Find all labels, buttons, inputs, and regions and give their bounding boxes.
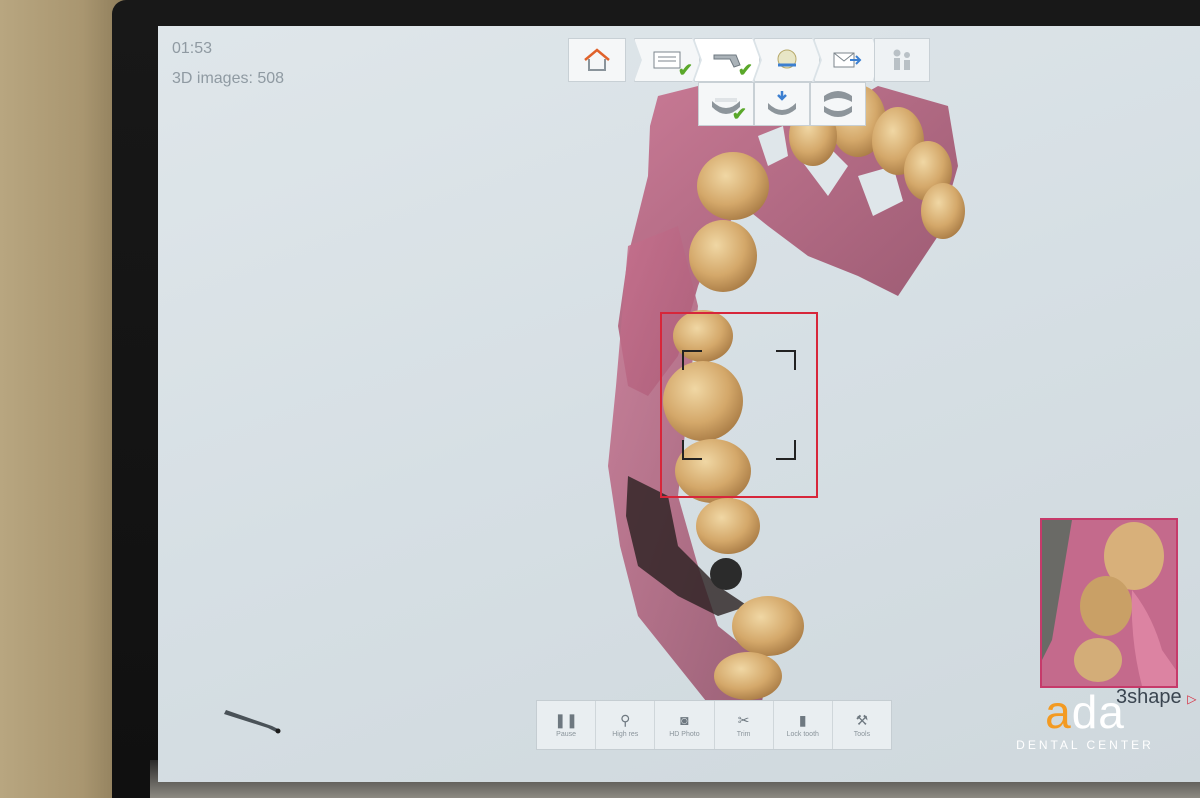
workflow-step-color[interactable] xyxy=(754,38,820,82)
wrench-icon: ⚒ xyxy=(855,711,869,728)
watermark-logo: ada xyxy=(1010,689,1160,735)
substep-bite[interactable] xyxy=(810,82,866,126)
substep-upper-jaw[interactable] xyxy=(754,82,810,126)
brand-triangle-icon: ▷ xyxy=(1187,692,1197,706)
tool-label: HD Photo xyxy=(669,730,700,738)
focus-corner xyxy=(776,440,796,460)
watermark-subtitle: DENTAL CENTER xyxy=(1016,738,1154,752)
order-form-icon xyxy=(653,51,681,69)
tool-label: Tools xyxy=(853,730,871,738)
scanner-handpiece-icon xyxy=(224,710,281,734)
send-mail-icon xyxy=(833,52,862,68)
color-ball-icon xyxy=(777,49,797,69)
focus-corner xyxy=(682,350,702,370)
scan-focus-box xyxy=(660,312,818,498)
live-camera-preview xyxy=(1040,518,1178,688)
workflow-step-send[interactable] xyxy=(814,38,880,82)
ada-dental-watermark: ada DENTAL CENTER xyxy=(1010,689,1160,752)
focus-corner xyxy=(682,440,702,460)
workflow-step-order[interactable]: ✔ xyxy=(634,38,700,82)
home-icon xyxy=(584,48,610,71)
trash-icon: ▮ xyxy=(798,711,807,728)
bite-icon xyxy=(824,91,852,117)
done-check-icon: ✔ xyxy=(737,60,753,80)
tool-label: High res xyxy=(612,730,639,738)
pause-icon: ❚❚ xyxy=(554,711,578,728)
pause-button[interactable]: ❚❚ Pause xyxy=(537,701,597,749)
hd-photo-button[interactable]: ◙ HD Photo xyxy=(655,701,715,749)
substep-lower-jaw[interactable]: ✔ xyxy=(698,82,754,126)
scanner-app-screen: 01:53 3D images: 508 ✔ ✔ ✔ 3shape ▷ ❚❚ P… xyxy=(158,26,1200,782)
camera-preview-image xyxy=(1042,520,1176,686)
tools-button[interactable]: ⚒ Tools xyxy=(833,701,891,749)
microscope-icon: ⚲ xyxy=(620,711,631,728)
scissors-icon: ✂ xyxy=(737,711,750,728)
tool-label: Pause xyxy=(556,730,577,738)
workflow-step-scan[interactable]: ✔ xyxy=(694,38,760,82)
upper-jaw-icon xyxy=(768,91,796,115)
tool-label: Trim xyxy=(736,730,751,738)
done-check-icon: ✔ xyxy=(677,60,693,80)
workflow-step-patient[interactable] xyxy=(874,38,930,82)
focus-corner xyxy=(776,350,796,370)
people-icon xyxy=(893,49,910,70)
watermark-letters-da: da xyxy=(1071,686,1125,738)
camera-icon: ◙ xyxy=(680,711,689,728)
watermark-letter-a: a xyxy=(1045,686,1072,738)
high-res-button[interactable]: ⚲ High res xyxy=(596,701,656,749)
scan-toolbar: ❚❚ Pause ⚲ High res ◙ HD Photo ✂ Trim ▮ … xyxy=(536,700,892,750)
tool-label: Lock tooth xyxy=(786,730,819,738)
home-button[interactable] xyxy=(568,38,626,82)
trim-button[interactable]: ✂ Trim xyxy=(715,701,774,749)
done-check-icon: ✔ xyxy=(731,104,747,124)
lock-tooth-button[interactable]: ▮ Lock tooth xyxy=(774,701,833,749)
